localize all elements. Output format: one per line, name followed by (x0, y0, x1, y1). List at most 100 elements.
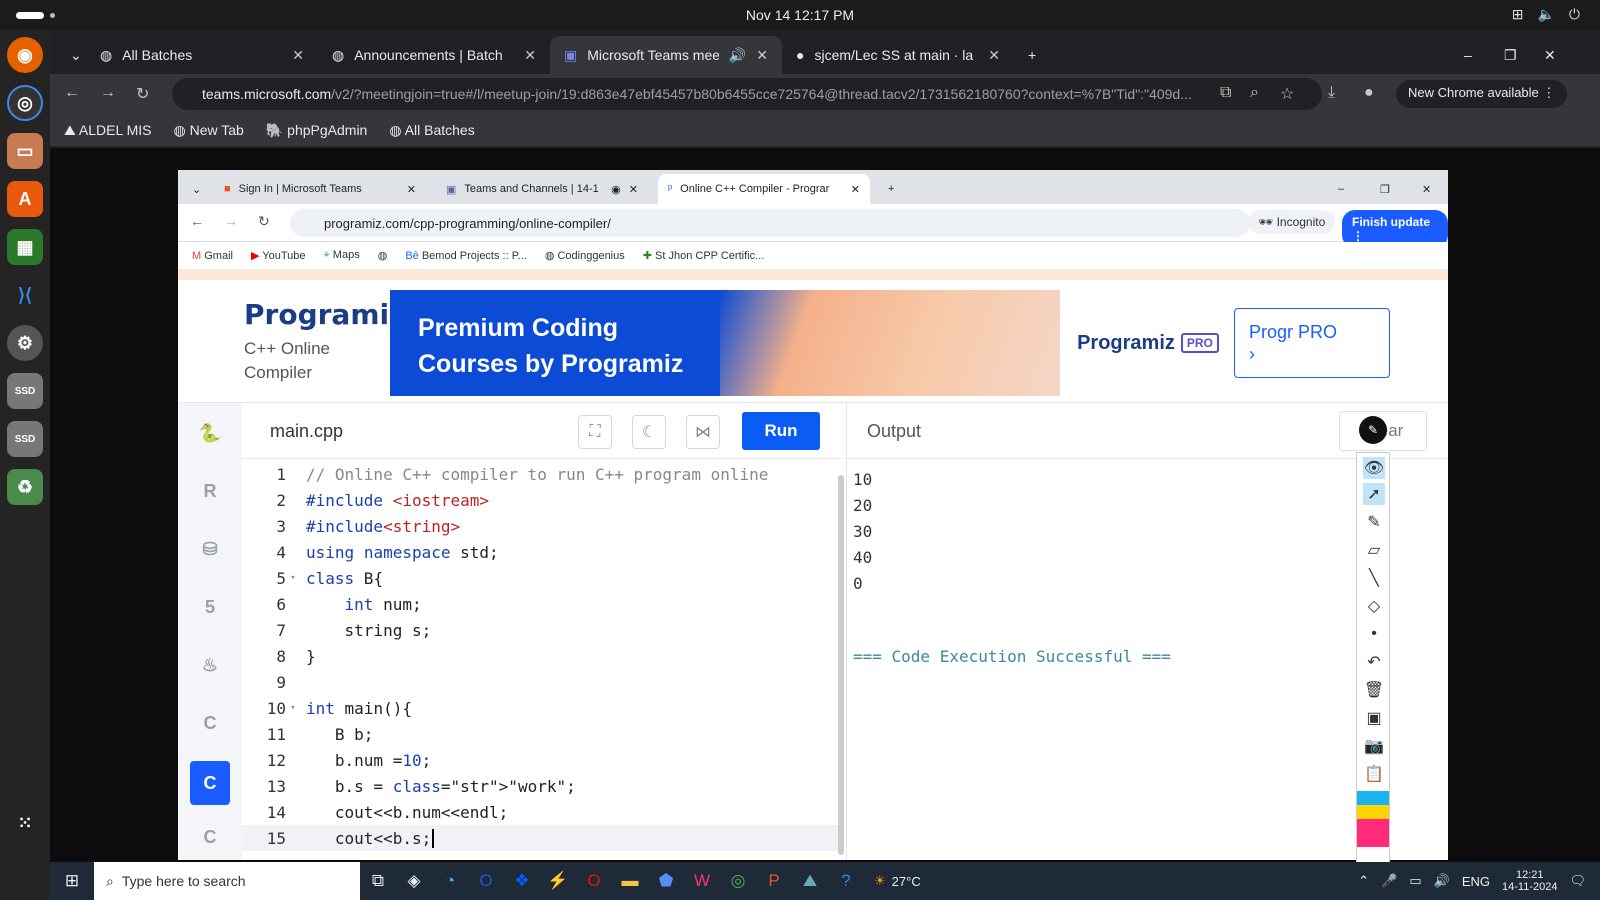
close-window-button[interactable]: ✕ (1530, 36, 1570, 74)
network-icon[interactable]: ⊞ (1512, 6, 1524, 23)
tab-all-batches[interactable]: ◍ All Batches ✕ (86, 36, 318, 74)
download-icon[interactable]: ⤓ (1328, 84, 1335, 102)
fullscreen-icon[interactable]: ⛶ (578, 415, 612, 449)
inner-tab-programiz[interactable]: ᵖ Online C++ Compiler - Prograr ✕ (658, 174, 870, 204)
app-icon[interactable]: ⬟ (648, 862, 684, 900)
share-icon[interactable]: ⋈ (686, 415, 720, 449)
code-line[interactable]: 8} (242, 643, 838, 669)
code-editor[interactable]: 1 // Online C++ compiler to run C++ progr… (242, 459, 838, 860)
mic-icon[interactable]: 🎤 (1381, 873, 1397, 889)
close-icon[interactable]: ✕ (524, 47, 536, 64)
sql-icon[interactable]: ⛁ (190, 529, 230, 569)
cursor-icon[interactable]: ➚ (1363, 483, 1385, 505)
outlook-icon[interactable]: O (468, 862, 504, 900)
taskbar-search[interactable]: ⌕ Type here to search (94, 862, 360, 900)
bookmark-maps[interactable]: ⌖ Maps (324, 249, 360, 262)
code-line[interactable]: 14 cout<<b.num<<endl; (242, 799, 838, 825)
premium-courses-banner[interactable]: Premium Coding Courses by Programiz Progr… (390, 290, 1236, 396)
chrome-taskbar-icon[interactable]: ◎ (720, 862, 756, 900)
bookmark-codinggenius[interactable]: ◍ Codinggenius (545, 249, 625, 262)
bookmark-star-icon[interactable]: ☆ (1280, 84, 1294, 104)
undo-icon[interactable]: ↶ (1363, 651, 1385, 673)
battery-icon[interactable]: ▭ (1409, 873, 1421, 889)
inner-new-tab-button[interactable]: + (878, 174, 904, 204)
board-icon[interactable]: ▣ (1363, 707, 1385, 729)
close-icon[interactable]: ✕ (292, 47, 304, 64)
clipboard-icon[interactable]: 📋 (1363, 763, 1385, 785)
install-icon[interactable]: ⧉ (1220, 84, 1231, 102)
code-line[interactable]: 3 #include<string> (242, 513, 838, 539)
bookmark-globe[interactable]: ◍ (378, 249, 388, 262)
drive-icon-2[interactable]: SSD (7, 421, 43, 457)
forward-icon[interactable]: → (224, 213, 238, 229)
windows-start-icon[interactable]: ⊞ (50, 862, 94, 900)
dark-mode-icon[interactable]: ☾ (632, 415, 666, 449)
code-line[interactable]: 11 B b; (242, 721, 838, 747)
speaker-icon[interactable]: 🔊 (729, 47, 746, 64)
vscode-icon[interactable]: ⟩⟨ (7, 277, 43, 313)
bookmark-phppgadmin[interactable]: 🐘 phpPgAdmin (266, 122, 368, 139)
taskbar-clock[interactable]: 12:21 14-11-2024 (1502, 869, 1557, 893)
settings-icon[interactable]: ⚙ (7, 325, 43, 361)
run-button[interactable]: Run (742, 412, 820, 450)
files-icon[interactable]: ▭ (7, 133, 43, 169)
dropbox-icon[interactable]: ❖ (504, 862, 540, 900)
close-icon[interactable]: ✕ (629, 183, 638, 196)
r-lang-icon[interactable]: R (190, 471, 230, 511)
html-icon[interactable]: 5 (190, 587, 230, 627)
show-apps-icon[interactable]: ⁙ (7, 805, 43, 841)
tab-github[interactable]: ● sjcem/Lec SS at main · la ✕ (782, 36, 1014, 74)
fold-marker[interactable]: ▾ (286, 703, 300, 713)
notification-icon[interactable]: 🗨 (1569, 873, 1586, 889)
bookmark-gmail[interactable]: M Gmail (192, 250, 233, 262)
code-line[interactable]: 10 ▾ int main(){ (242, 695, 838, 721)
powerpoint-icon[interactable]: P (756, 862, 792, 900)
python-icon[interactable]: 🐍 (190, 413, 230, 453)
c-lang-icon[interactable]: C (190, 703, 230, 743)
software-center-icon[interactable]: A (7, 181, 43, 217)
language-indicator[interactable]: ENG (1462, 874, 1490, 889)
forward-icon[interactable]: → (100, 84, 116, 102)
java-icon[interactable]: ♨ (190, 645, 230, 685)
fold-marker[interactable]: ▾ (286, 573, 300, 583)
inner-close-button[interactable]: ✕ (1412, 174, 1441, 204)
bookmark-st-jhon[interactable]: ✚ St Jhon CPP Certific... (643, 249, 765, 262)
opera-icon[interactable]: O (576, 862, 612, 900)
bookmark-aldel-mis[interactable]: ⛰ ALDEL MIS (64, 122, 152, 139)
copilot-icon[interactable]: ◈ (396, 862, 432, 900)
inner-address-bar[interactable]: programiz.com/cpp-programming/online-com… (290, 209, 1250, 237)
new-tab-button[interactable]: + (1014, 36, 1054, 74)
firefox-icon[interactable]: ◉ (7, 37, 43, 73)
power-icon[interactable]: ⏻ (1569, 6, 1580, 23)
pen-icon[interactable]: ✎ (1363, 511, 1385, 533)
code-line[interactable]: 2 #include <iostream> (242, 487, 838, 513)
code-line[interactable]: 15 cout<<b.s; (242, 825, 838, 851)
drive-icon[interactable]: SSD (7, 373, 43, 409)
system-tray-area[interactable]: ⌃ 🎤 ▭ 🔊 ENG 12:21 14-11-2024 🗨 (1358, 869, 1600, 893)
tab-microsoft-teams[interactable]: ▣ Microsoft Teams mee 🔊 ✕ (550, 36, 782, 74)
restore-button[interactable]: ❐ (1490, 36, 1530, 74)
inner-tab-search[interactable]: ⌄ (182, 174, 211, 204)
bookmark-bemod[interactable]: Bē Bemod Projects :: P... (405, 250, 527, 262)
code-line[interactable]: 7 string s; (242, 617, 838, 643)
bookmark-new-tab[interactable]: ◍ New Tab (174, 122, 244, 139)
zoom-icon[interactable]: ⌕ (1250, 84, 1259, 102)
close-icon[interactable]: ✕ (851, 183, 860, 196)
weather-widget[interactable]: ☀ 27°C (874, 873, 921, 889)
tab-search-button[interactable]: ⌄ (56, 36, 86, 74)
help-icon[interactable]: ? (828, 862, 864, 900)
close-icon[interactable]: ✕ (756, 47, 768, 64)
programiz-logo[interactable]: Programiz C++ Online Compiler (244, 298, 405, 385)
trash-icon[interactable]: 🗑 (1363, 679, 1385, 701)
inner-tab-sign-in[interactable]: ■ Sign In | Microsoft Teams ✕ (214, 174, 426, 204)
code-line[interactable]: 12 b.num =10; (242, 747, 838, 773)
volume-icon[interactable]: 🔊 (1434, 873, 1450, 889)
code-line[interactable]: 6 int num; (242, 591, 838, 617)
close-icon[interactable]: ✕ (988, 47, 1000, 64)
file-explorer-icon[interactable]: ▬ (612, 862, 648, 900)
bookmark-all-batches[interactable]: ◍ All Batches (389, 122, 474, 139)
volume-icon[interactable]: 🔈 (1537, 6, 1554, 23)
back-icon[interactable]: ← (64, 84, 80, 102)
pen-tool-logo-icon[interactable]: ✎ (1359, 416, 1387, 444)
cpp-lang-icon[interactable]: C (190, 761, 230, 805)
